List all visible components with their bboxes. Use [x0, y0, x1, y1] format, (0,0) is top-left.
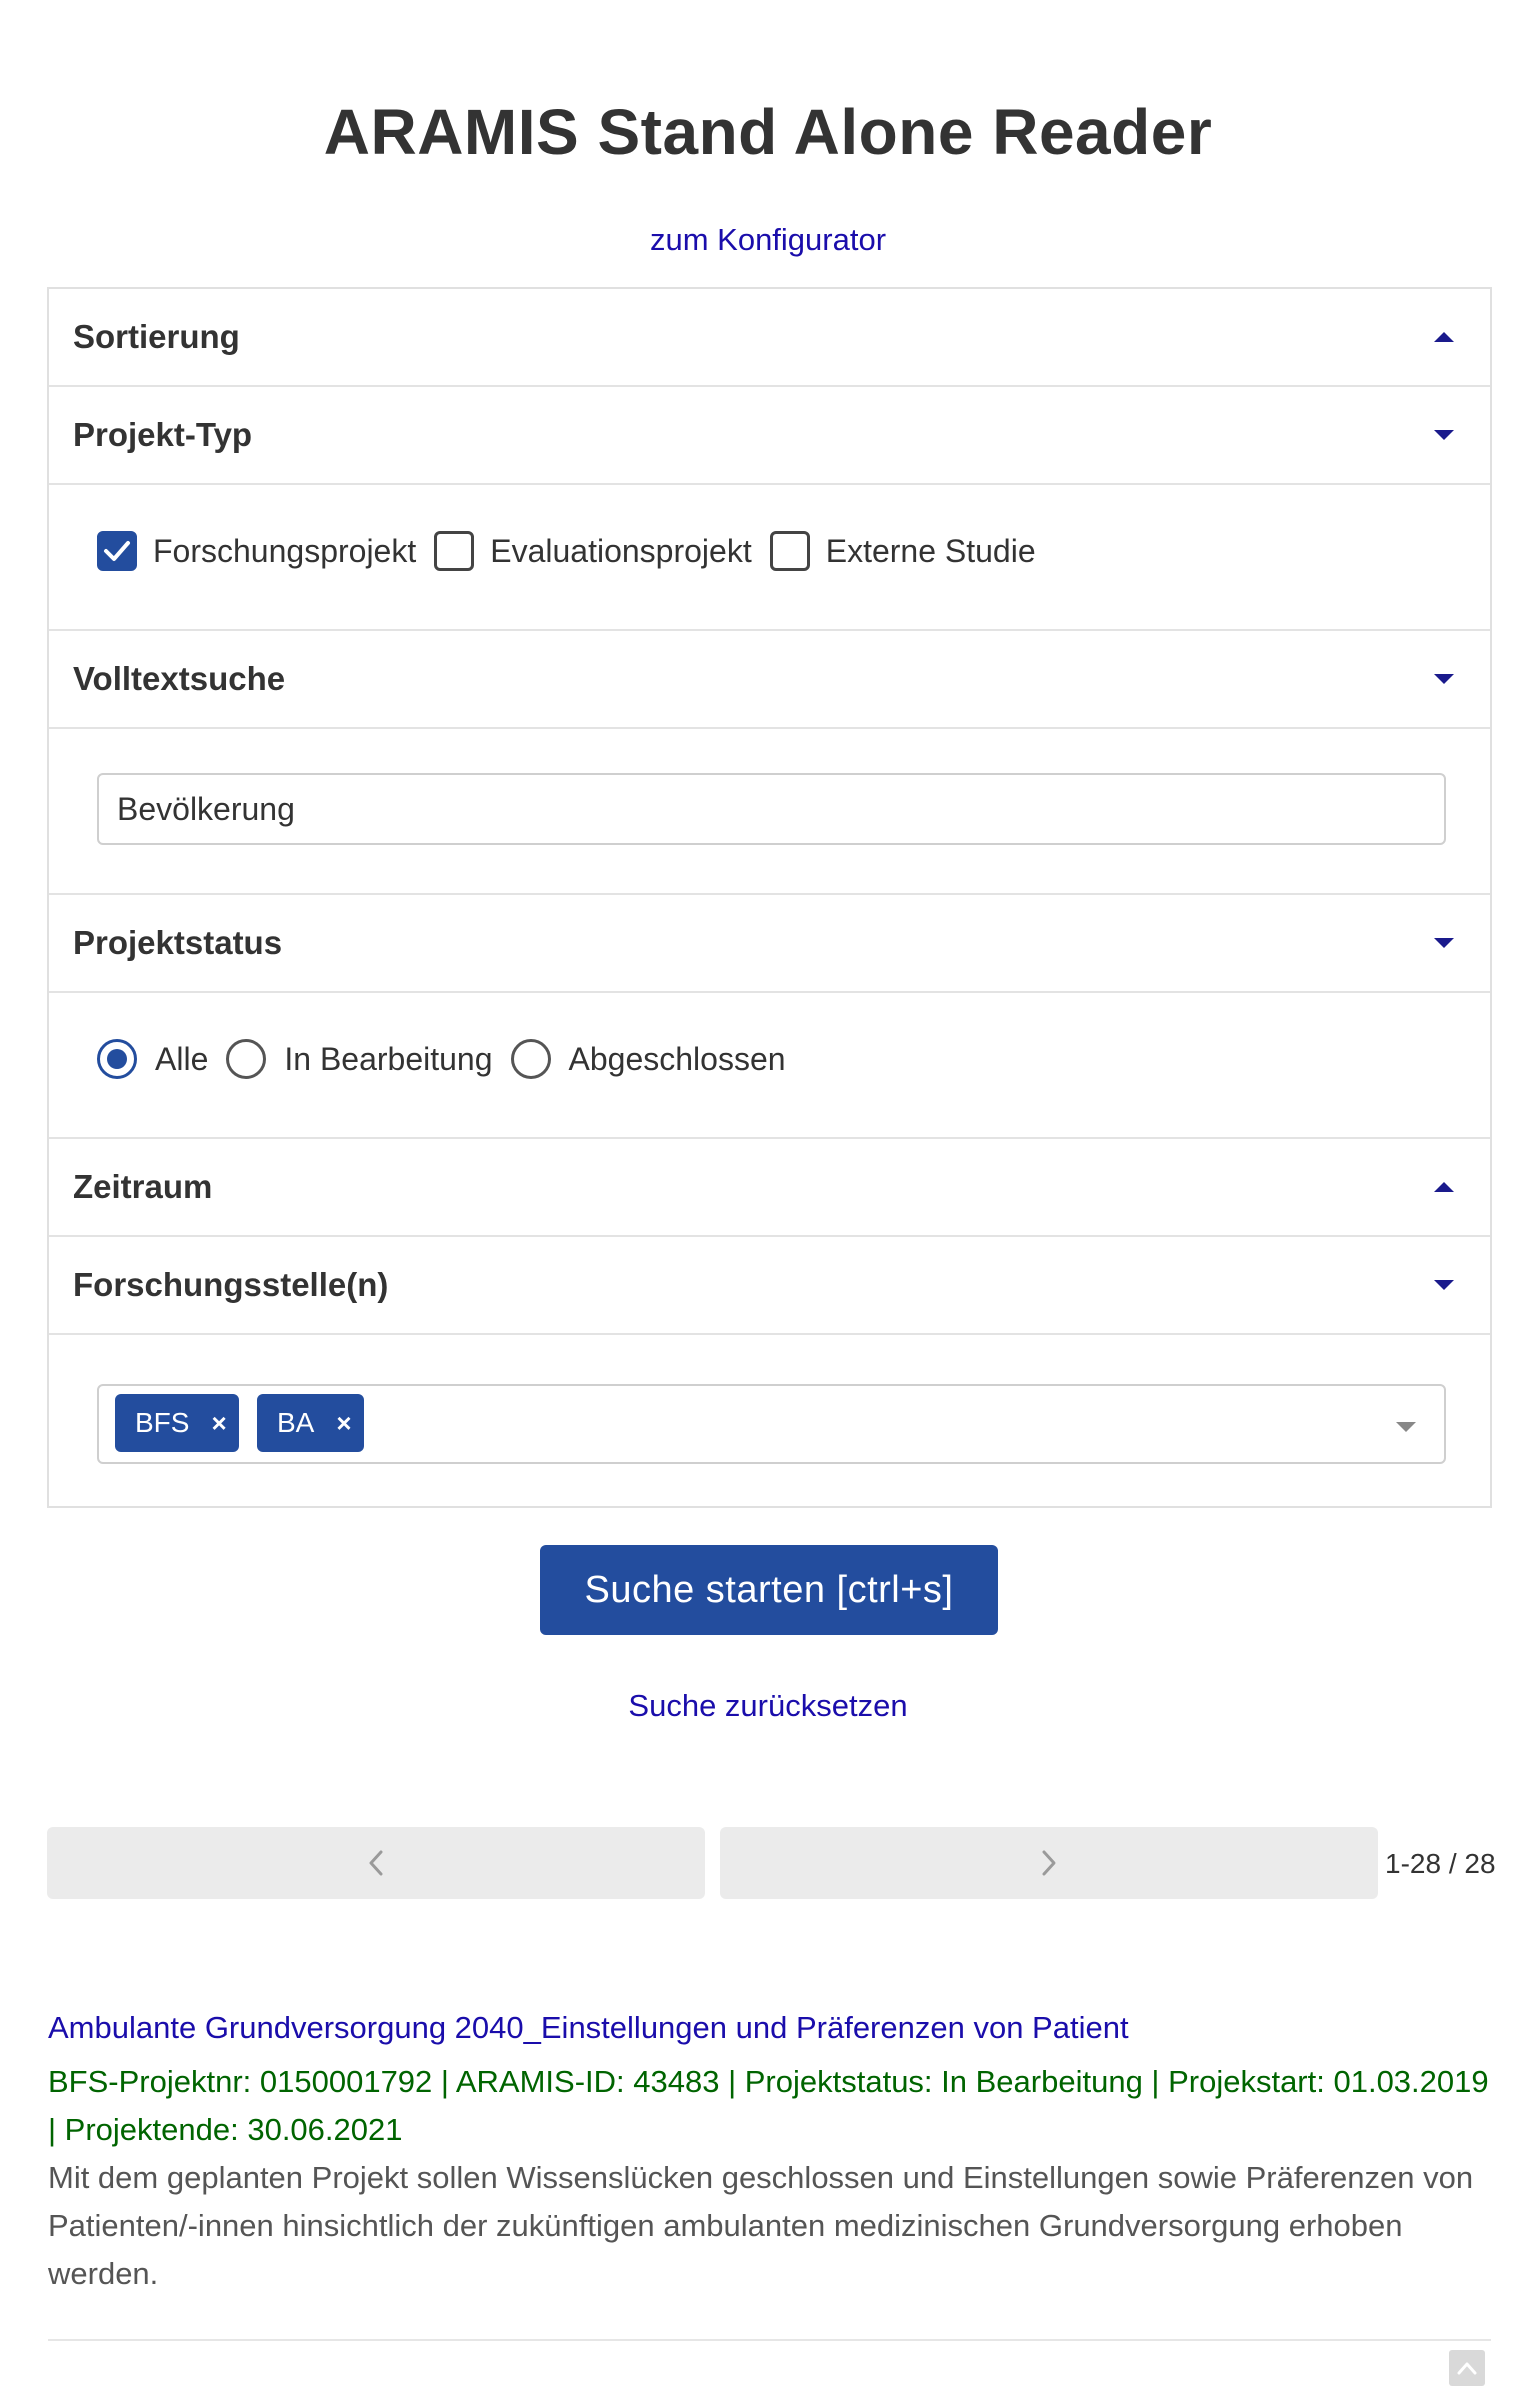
section-fulltext-header[interactable]: Volltextsuche [49, 631, 1490, 727]
chevron-right-icon [1042, 1850, 1056, 1876]
divider [49, 991, 1490, 993]
pagination-count: 1-28 / 28 [1385, 1848, 1496, 1879]
scroll-to-top-button[interactable] [1449, 2350, 1485, 2386]
tag-ba: BA × [257, 1394, 364, 1452]
tag-label: BA [277, 1407, 315, 1438]
divider [49, 1333, 1490, 1335]
triangle-up-icon [1434, 332, 1454, 342]
result-title-link[interactable]: Ambulante Grundversorgung 2040_Einstellu… [48, 2010, 1129, 2046]
fulltext-search-input[interactable] [97, 773, 1446, 845]
previous-page-button[interactable] [47, 1827, 705, 1899]
section-fulltext-label: Volltextsuche [73, 660, 286, 697]
triangle-up-icon [1434, 1182, 1454, 1192]
section-period-label: Zeitraum [73, 1168, 213, 1205]
section-project-type-header[interactable]: Projekt-Typ [49, 387, 1490, 483]
section-sorting-header[interactable]: Sortierung [49, 289, 1490, 385]
radio-dot [107, 1049, 127, 1069]
radio-abgeschlossen[interactable] [510, 1039, 551, 1079]
project-type-options: Forschungsprojekt Evaluationsprojekt Ext… [97, 531, 1054, 571]
triangle-down-icon [1434, 674, 1454, 684]
tag-bfs: BFS × [115, 1394, 239, 1452]
divider [48, 2339, 1491, 2341]
option-label-forschungsprojekt[interactable]: Forschungsprojekt [153, 533, 416, 570]
option-label-externe-studie[interactable]: Externe Studie [826, 533, 1036, 570]
section-research-units-header[interactable]: Forschungsstelle(n) [49, 1237, 1490, 1333]
result-meta: BFS-Projektnr: 0150001792 | ARAMIS-ID: 4… [48, 2064, 1489, 2147]
checkmark-icon [104, 541, 130, 561]
reset-search-link[interactable]: Suche zurücksetzen [0, 1688, 1536, 1724]
checkbox-forschungsprojekt[interactable] [97, 531, 137, 571]
section-period-header[interactable]: Zeitraum [49, 1139, 1490, 1235]
radio-in-bearbeitung[interactable] [226, 1039, 267, 1079]
triangle-down-icon [1434, 430, 1454, 440]
option-label-alle[interactable]: Alle [155, 1041, 208, 1078]
radio-alle[interactable] [97, 1039, 137, 1079]
section-status-header[interactable]: Projektstatus [49, 895, 1490, 991]
section-status-label: Projektstatus [73, 924, 283, 961]
start-search-button[interactable]: Suche starten [ctrl+s] [540, 1545, 998, 1635]
section-sorting-label: Sortierung [73, 318, 240, 355]
research-units-select[interactable]: BFS × BA × [97, 1384, 1446, 1464]
filter-panel: Sortierung Projekt-Typ Forschungsprojekt… [47, 287, 1492, 1508]
page-title: ARAMIS Stand Alone Reader [323, 96, 1213, 168]
next-page-button[interactable] [720, 1827, 1378, 1899]
divider [49, 727, 1490, 729]
remove-tag-icon[interactable]: × [211, 1408, 226, 1439]
triangle-down-icon [1434, 1280, 1454, 1290]
chevron-left-icon [369, 1850, 383, 1876]
divider [49, 483, 1490, 485]
triangle-down-icon [1434, 938, 1454, 948]
option-label-in-bearbeitung[interactable]: In Bearbeitung [284, 1041, 492, 1078]
option-label-evaluationsprojekt[interactable]: Evaluationsprojekt [490, 533, 751, 570]
section-research-units-label: Forschungsstelle(n) [73, 1266, 389, 1303]
configurator-link[interactable]: zum Konfigurator [0, 222, 1536, 258]
dropdown-caret-icon[interactable] [1396, 1422, 1416, 1432]
remove-tag-icon[interactable]: × [336, 1408, 351, 1439]
chevron-up-icon [1457, 2362, 1477, 2375]
status-options: Alle In Bearbeitung Abgeschlossen [97, 1039, 804, 1079]
result-description: Mit dem geplanten Projekt sollen Wissens… [48, 2160, 1474, 2291]
option-label-abgeschlossen[interactable]: Abgeschlossen [569, 1041, 786, 1078]
tag-label: BFS [135, 1407, 190, 1438]
checkbox-evaluationsprojekt[interactable] [434, 531, 475, 571]
checkbox-externe-studie[interactable] [769, 531, 810, 571]
section-project-type-label: Projekt-Typ [73, 416, 253, 453]
